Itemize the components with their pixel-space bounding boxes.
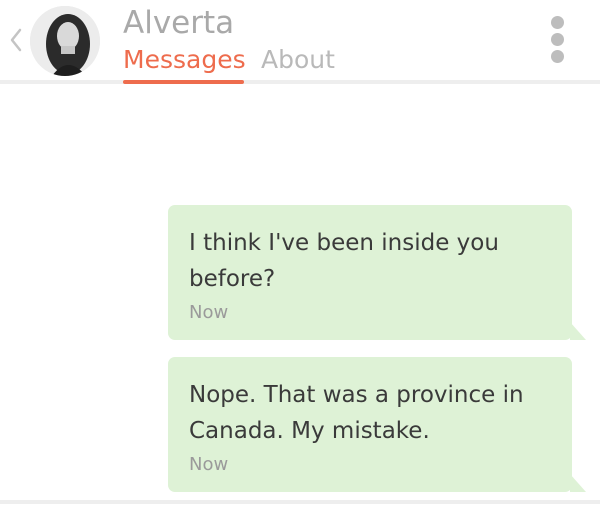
more-options-button[interactable] — [546, 14, 570, 64]
header-divider — [0, 80, 600, 84]
chat-header: Alverta Messages About — [0, 0, 600, 80]
message-timestamp: Now — [189, 454, 229, 475]
message-bubble: Nope. That was a province in Canada. My … — [168, 357, 586, 492]
tab-messages[interactable]: Messages — [123, 44, 246, 76]
contact-name: Alverta — [123, 5, 235, 41]
message-text: I think I've been inside you before? — [189, 230, 499, 292]
bottom-divider — [0, 500, 600, 504]
message-timestamp: Now — [189, 302, 229, 323]
chevron-left-icon — [10, 28, 22, 52]
avatar[interactable] — [30, 6, 100, 76]
active-tab-indicator — [123, 80, 244, 84]
tab-about[interactable]: About — [261, 44, 335, 76]
bubble-tail — [570, 474, 586, 492]
message-bubble: I think I've been inside you before? Now — [168, 205, 586, 340]
back-button[interactable] — [4, 18, 28, 62]
message-text: Nope. That was a province in Canada. My … — [189, 382, 524, 444]
bubble-tail — [570, 322, 586, 340]
